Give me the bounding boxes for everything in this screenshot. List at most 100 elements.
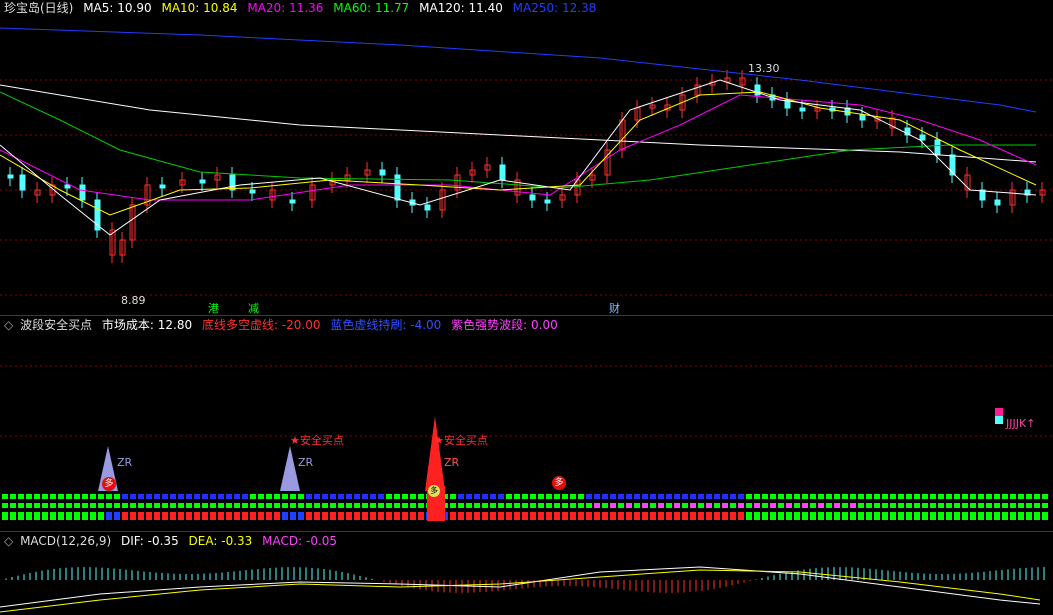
status-cell [986,503,992,508]
status-cell [258,512,264,520]
status-cell [954,512,960,520]
status-cell [794,512,800,520]
status-cell [50,503,56,508]
marker-cai[interactable]: 财 [609,300,620,316]
status-cell [314,503,320,508]
kline-chart[interactable] [0,0,1053,315]
status-cell [282,512,288,520]
macd-chart[interactable] [0,532,1053,615]
status-cell [618,512,624,520]
status-cell [906,512,912,520]
ma250-line [0,27,1037,113]
status-cell [626,494,632,499]
status-cell [106,503,112,508]
status-cell [74,512,80,520]
status-cell [18,494,24,499]
indicator-pane[interactable]: ◇ 波段安全买点 市场成本: 12.80 底线多空虚线: -20.00 蓝色虚线… [0,316,1053,531]
status-cell [258,494,264,499]
status-cell [930,494,936,499]
status-cell [746,512,752,520]
status-cell [162,503,168,508]
status-cell [226,494,232,499]
status-cell [18,503,24,508]
status-cell [546,503,552,508]
status-cell [866,494,872,499]
status-cell [370,512,376,520]
status-cell [1010,503,1016,508]
status-cell [170,503,176,508]
status-cell [362,503,368,508]
status-cell [746,494,752,499]
status-cell [2,503,8,508]
status-cell [530,512,536,520]
status-cell [130,512,136,520]
status-cell [50,512,56,520]
status-cell [554,512,560,520]
marker-gang[interactable]: 港 [208,300,219,316]
status-cell [418,494,424,499]
status-cell [922,503,928,508]
status-cell [626,512,632,520]
status-cell [906,494,912,499]
status-cell [602,512,608,520]
status-cell [986,494,992,499]
status-cell [10,494,16,499]
macd-pane[interactable]: ◇ MACD(12,26,9) DIF: -0.35 DEA: -0.33 MA… [0,532,1053,615]
status-cell [562,503,568,508]
status-cell [602,503,608,508]
status-cell [298,512,304,520]
status-cell [802,512,808,520]
candle [19,174,26,191]
candle [994,199,1001,206]
status-cell [58,512,64,520]
status-cell [634,494,640,499]
status-cell [666,503,672,508]
status-cell [162,512,168,520]
status-cell [834,503,840,508]
status-cell [402,512,408,520]
status-cell [74,503,80,508]
status-cell [794,503,800,508]
candle [64,184,71,189]
status-cell [242,494,248,499]
status-cell [282,503,288,508]
candle [934,139,941,156]
status-cell [346,512,352,520]
status-cell [506,503,512,508]
status-cell [626,503,632,508]
status-cell [930,512,936,520]
status-cell [450,494,456,499]
status-cell [490,503,496,508]
status-cell [146,512,152,520]
status-cell [26,512,32,520]
status-cell [410,503,416,508]
status-cell [674,503,680,508]
status-cell [874,512,880,520]
status-cell [498,503,504,508]
status-cell [602,494,608,499]
status-cell [2,512,8,520]
status-cell [466,494,472,499]
status-cell [266,494,272,499]
marker-jian[interactable]: 减 [248,300,259,316]
status-cell [314,494,320,499]
status-cell [538,512,544,520]
status-cell [466,503,472,508]
high-price-label: 13.30 [748,62,780,75]
status-cell [962,494,968,499]
status-cell [226,503,232,508]
kline-pane[interactable]: 珍宝岛(日线) MA5: 10.90 MA10: 10.84 MA20: 11.… [0,0,1053,315]
status-cell [738,494,744,499]
status-cell [178,503,184,508]
status-cell [1018,503,1024,508]
status-cell [642,494,648,499]
status-cell [114,503,120,508]
indicator-chart[interactable] [0,316,1053,531]
status-cell [242,503,248,508]
status-cell [122,494,128,499]
status-cell [386,503,392,508]
status-cell [890,512,896,520]
status-cell [538,494,544,499]
status-cell [98,494,104,499]
status-cell [42,503,48,508]
